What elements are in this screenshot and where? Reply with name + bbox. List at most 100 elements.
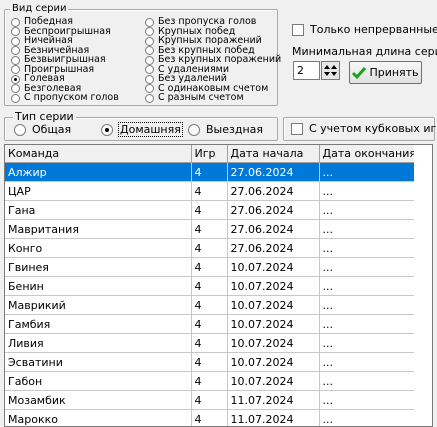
cell-team: Ливия: [5, 333, 192, 353]
series-table[interactable]: Команда Игр Дата начала Дата окончания А…: [4, 144, 433, 427]
table-row[interactable]: Алжир 4 27.06.2024...: [5, 162, 416, 182]
series-type-radio[interactable]: [145, 36, 154, 46]
cell-games: 4: [191, 257, 228, 277]
column-header-start-date[interactable]: Дата начала: [227, 145, 320, 163]
cell-team: ЦАР: [5, 181, 192, 201]
min-length-input[interactable]: [293, 61, 320, 80]
series-type-radio[interactable]: [145, 17, 154, 27]
series-type-radio[interactable]: [145, 55, 154, 65]
cell-end-date: ...: [319, 352, 416, 372]
table-row[interactable]: Габон 4 10.07.2024...: [5, 371, 416, 391]
venue-radio-away[interactable]: [188, 123, 200, 136]
column-header-games[interactable]: Игр: [191, 145, 228, 163]
cup-games-checkbox[interactable]: С учетом кубковых игр: [291, 122, 437, 135]
cell-team: Марокко: [5, 409, 192, 426]
table-row[interactable]: Гана 4 27.06.2024...: [5, 200, 416, 220]
table-header-row: Команда Игр Дата начала Дата окончания: [5, 145, 416, 163]
cell-end-date: ...: [319, 409, 416, 426]
cell-end-date: ...: [319, 162, 416, 182]
cup-games-label: С учетом кубковых игр: [309, 122, 437, 135]
spin-down-arrow-icon[interactable]: [324, 72, 330, 76]
series-type-radio[interactable]: [11, 84, 20, 93]
series-type-radio[interactable]: [145, 93, 154, 103]
series-type-radio[interactable]: [11, 17, 20, 27]
table-row[interactable]: Эсватини 4 10.07.2024...: [5, 352, 416, 372]
series-type-label: С пропуском голов: [24, 92, 119, 103]
table-right-gutter: [414, 145, 432, 426]
series-type-radio[interactable]: [11, 27, 20, 36]
cell-end-date: ...: [319, 333, 416, 353]
series-type-radio[interactable]: [11, 65, 20, 74]
cell-team: Гана: [5, 200, 192, 220]
series-type-radio[interactable]: [145, 27, 154, 36]
column-header-end-date[interactable]: Дата окончания: [319, 145, 416, 163]
series-type-radio[interactable]: [11, 46, 20, 55]
series-type-radio[interactable]: [145, 46, 154, 55]
venue-option-general[interactable]: Общая: [14, 123, 71, 136]
series-type-radio[interactable]: [145, 84, 154, 93]
cell-start-date: 11.07.2024: [227, 409, 320, 426]
cell-start-date: 10.07.2024: [227, 333, 320, 353]
venue-radio-general[interactable]: [14, 123, 26, 136]
cell-end-date: ...: [319, 314, 416, 334]
table-row[interactable]: ЦАР 4 27.06.2024...: [5, 181, 416, 201]
apply-button-label: Принять: [369, 66, 419, 79]
column-header-team[interactable]: Команда: [5, 145, 192, 163]
cell-team: Габон: [5, 371, 192, 391]
table-row[interactable]: Гамбия 4 10.07.2024...: [5, 314, 416, 334]
cell-games: 4: [191, 238, 228, 258]
series-type-radio[interactable]: [11, 93, 20, 103]
cell-start-date: 10.07.2024: [227, 295, 320, 315]
min-length-spinner[interactable]: [321, 61, 340, 80]
cell-team: Алжир: [5, 162, 192, 182]
spin-down-arrow-icon-2[interactable]: [331, 72, 337, 76]
cup-games-box[interactable]: [291, 122, 303, 135]
cell-team: Гвинея: [5, 257, 192, 277]
spin-up-arrow-icon[interactable]: [324, 65, 330, 69]
table-row[interactable]: Конго 4 27.06.2024...: [5, 238, 416, 258]
table-row[interactable]: Марокко 4 11.07.2024...: [5, 409, 416, 426]
cell-games: 4: [191, 276, 228, 296]
cell-start-date: 10.07.2024: [227, 371, 320, 391]
cell-games: 4: [191, 371, 228, 391]
only-continuous-label: Только непрерванные: [310, 23, 437, 36]
cell-start-date: 27.06.2024: [227, 162, 320, 182]
series-type-radio[interactable]: [11, 55, 20, 65]
series-type-option[interactable]: С разным счетом: [145, 93, 244, 103]
cell-games: 4: [191, 295, 228, 315]
cell-team: Маврикий: [5, 295, 192, 315]
apply-button[interactable]: Принять: [349, 61, 422, 84]
venue-option-home[interactable]: Домашняя: [101, 122, 183, 137]
cell-start-date: 10.07.2024: [227, 352, 320, 372]
venue-option-away[interactable]: Выездная: [188, 123, 263, 136]
series-type-radio[interactable]: [145, 65, 154, 74]
cell-end-date: ...: [319, 238, 416, 258]
cell-start-date: 10.07.2024: [227, 276, 320, 296]
series-type-radio[interactable]: [11, 74, 20, 84]
venue-radio-home[interactable]: [101, 123, 113, 136]
cell-end-date: ...: [319, 181, 416, 201]
table-row[interactable]: Бенин 4 10.07.2024...: [5, 276, 416, 296]
series-type-option[interactable]: С пропуском голов: [11, 93, 119, 103]
table-row[interactable]: Ливия 4 10.07.2024...: [5, 333, 416, 353]
cell-games: 4: [191, 162, 228, 182]
cell-start-date: 27.06.2024: [227, 200, 320, 220]
table-row[interactable]: Маврикий 4 10.07.2024...: [5, 295, 416, 315]
cell-end-date: ...: [319, 295, 416, 315]
series-type-label: С разным счетом: [158, 92, 244, 103]
series-type-radio[interactable]: [145, 74, 154, 84]
only-continuous-checkbox[interactable]: Только непрерванные: [292, 23, 437, 36]
cell-games: 4: [191, 409, 228, 426]
cell-games: 4: [191, 200, 228, 220]
table-row[interactable]: Мавритания 4 27.06.2024...: [5, 219, 416, 239]
spin-up-arrow-icon-2[interactable]: [331, 65, 337, 69]
series-type-radio[interactable]: [11, 36, 20, 46]
table-row[interactable]: Мозамбик 4 11.07.2024...: [5, 390, 416, 410]
cell-team: Бенин: [5, 276, 192, 296]
only-continuous-box[interactable]: [292, 23, 304, 36]
cell-start-date: 27.06.2024: [227, 219, 320, 239]
cell-start-date: 27.06.2024: [227, 238, 320, 258]
cell-end-date: ...: [319, 219, 416, 239]
table-row[interactable]: Гвинея 4 10.07.2024...: [5, 257, 416, 277]
cell-team: Эсватини: [5, 352, 192, 372]
